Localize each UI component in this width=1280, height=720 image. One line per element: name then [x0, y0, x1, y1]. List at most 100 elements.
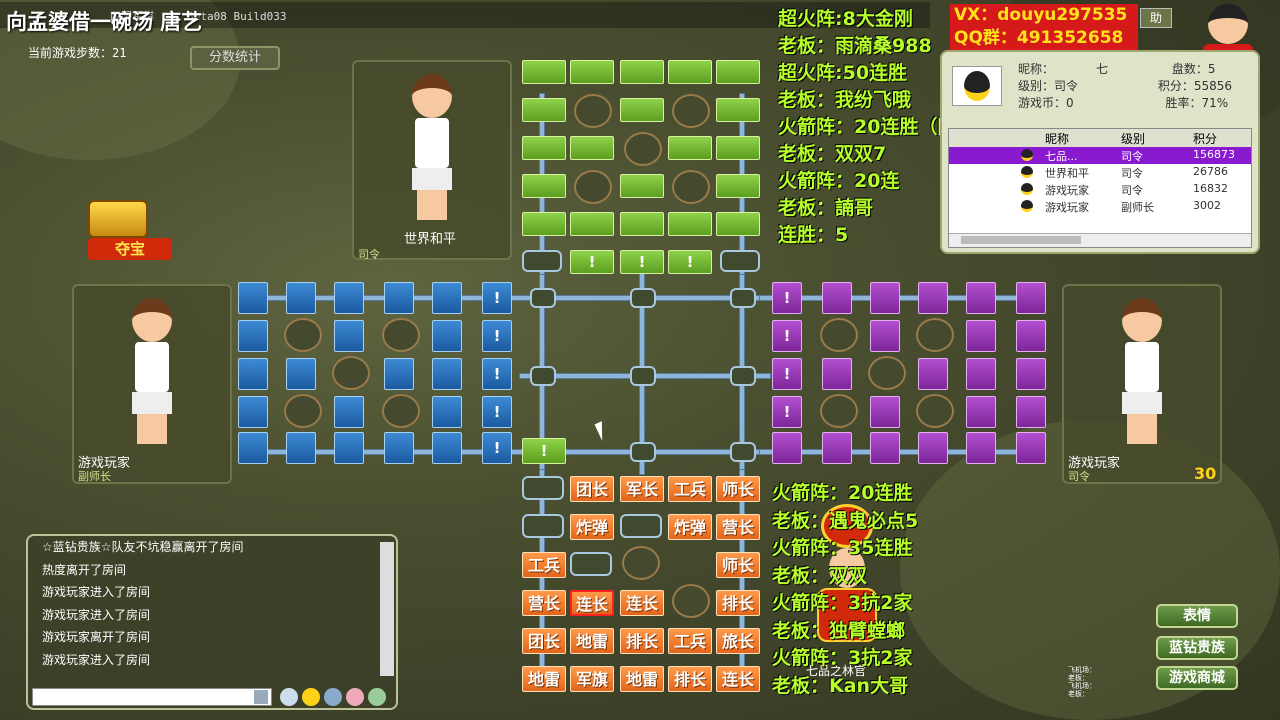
wrench-icon[interactable] [346, 688, 364, 706]
green-piece[interactable] [522, 60, 566, 84]
blue-piece[interactable] [334, 282, 364, 314]
green-piece[interactable] [570, 136, 614, 160]
green-piece-hidden[interactable]: ! [668, 250, 712, 274]
purple-piece[interactable] [822, 282, 852, 314]
orange-piece[interactable]: 地雷 [570, 628, 614, 654]
orange-piece[interactable]: 军长 [620, 476, 664, 502]
orange-piece[interactable]: 团长 [570, 476, 614, 502]
blue-piece-hidden[interactable]: ! [482, 396, 512, 428]
green-piece[interactable] [668, 212, 712, 236]
blue-piece-hidden[interactable]: ! [482, 432, 512, 464]
help-button[interactable]: 助 [1140, 8, 1172, 28]
orange-piece[interactable]: 旅长 [716, 628, 760, 654]
blue-piece[interactable] [334, 320, 364, 352]
purple-piece[interactable] [822, 358, 852, 390]
green-piece[interactable] [522, 136, 566, 160]
purple-piece[interactable] [966, 358, 996, 390]
orange-piece[interactable]: 军旗 [570, 666, 614, 692]
green-piece[interactable] [570, 212, 614, 236]
blue-piece[interactable] [384, 282, 414, 314]
blue-piece[interactable] [432, 320, 462, 352]
horizontal-scrollbar[interactable] [949, 233, 1251, 247]
settings-icon[interactable] [368, 688, 386, 706]
green-piece[interactable] [716, 174, 760, 198]
green-piece[interactable] [522, 98, 566, 122]
blue-piece[interactable] [238, 320, 268, 352]
orange-piece[interactable]: 工兵 [522, 552, 566, 578]
orange-piece[interactable]: 工兵 [668, 628, 712, 654]
blue-piece[interactable] [286, 282, 316, 314]
purple-piece[interactable] [966, 282, 996, 314]
chat-input[interactable] [32, 688, 272, 706]
purple-piece[interactable] [966, 320, 996, 352]
orange-piece[interactable]: 营长 [522, 590, 566, 616]
purple-piece[interactable] [1016, 432, 1046, 464]
emote-button[interactable]: 表情 [1156, 604, 1238, 628]
green-piece[interactable] [620, 60, 664, 84]
blue-piece[interactable] [384, 358, 414, 390]
blue-piece[interactable] [238, 432, 268, 464]
purple-piece[interactable] [918, 282, 948, 314]
orange-piece[interactable]: 连长 [570, 590, 614, 616]
blue-piece-hidden[interactable]: ! [482, 320, 512, 352]
blue-piece[interactable] [432, 396, 462, 428]
chat-scrollbar[interactable] [380, 542, 394, 676]
purple-piece[interactable] [1016, 396, 1046, 428]
blue-piece[interactable] [334, 396, 364, 428]
orange-piece[interactable]: 排长 [620, 628, 664, 654]
blue-piece[interactable] [238, 282, 268, 314]
purple-piece[interactable] [1016, 358, 1046, 390]
orange-piece[interactable]: 工兵 [668, 476, 712, 502]
green-piece[interactable] [570, 60, 614, 84]
purple-piece[interactable] [870, 320, 900, 352]
orange-piece[interactable]: 地雷 [522, 666, 566, 692]
table-row[interactable]: 世界和平 司令 26786 [949, 164, 1251, 181]
orange-piece[interactable]: 连长 [620, 590, 664, 616]
table-row[interactable]: 游戏玩家 司令 16832 [949, 181, 1251, 198]
purple-piece[interactable] [918, 358, 948, 390]
purple-piece[interactable] [966, 396, 996, 428]
green-piece[interactable] [716, 136, 760, 160]
blue-piece[interactable] [286, 358, 316, 390]
blue-piece[interactable] [334, 432, 364, 464]
purple-piece[interactable] [1016, 282, 1046, 314]
blue-piece-hidden[interactable]: ! [482, 358, 512, 390]
blue-piece[interactable] [384, 432, 414, 464]
blue-piece-hidden[interactable]: ! [482, 282, 512, 314]
bubble-icon[interactable] [280, 688, 298, 706]
green-piece[interactable] [522, 212, 566, 236]
purple-piece[interactable] [822, 432, 852, 464]
purple-piece-hidden[interactable]: ! [772, 320, 802, 352]
purple-piece-hidden[interactable]: ! [772, 282, 802, 314]
orange-piece[interactable]: 师长 [716, 552, 760, 578]
green-piece[interactable] [716, 98, 760, 122]
purple-piece[interactable] [870, 282, 900, 314]
orange-piece[interactable]: 师长 [716, 476, 760, 502]
purple-piece[interactable] [1016, 320, 1046, 352]
blue-piece[interactable] [238, 358, 268, 390]
table-row[interactable]: 七品... 司令 156873 [949, 147, 1251, 164]
orange-piece[interactable]: 排长 [668, 666, 712, 692]
purple-piece[interactable] [870, 432, 900, 464]
orange-piece[interactable]: 团长 [522, 628, 566, 654]
purple-piece[interactable] [772, 432, 802, 464]
green-piece[interactable] [716, 212, 760, 236]
blue-piece[interactable] [432, 358, 462, 390]
green-piece[interactable] [620, 212, 664, 236]
orange-piece[interactable]: 排长 [716, 590, 760, 616]
purple-piece[interactable] [918, 432, 948, 464]
orange-piece[interactable]: 炸弹 [668, 514, 712, 540]
orange-piece[interactable]: 营长 [716, 514, 760, 540]
purple-piece-hidden[interactable]: ! [772, 396, 802, 428]
green-piece[interactable] [522, 174, 566, 198]
chevron-down-icon[interactable] [254, 690, 268, 704]
speaker-icon[interactable] [324, 688, 342, 706]
orange-piece[interactable]: 地雷 [620, 666, 664, 692]
smiley-icon[interactable] [302, 688, 320, 706]
green-piece-hidden[interactable]: ! [522, 438, 566, 464]
table-row[interactable]: 游戏玩家 副师长 3002 [949, 198, 1251, 215]
orange-piece[interactable]: 连长 [716, 666, 760, 692]
shop-button[interactable]: 游戏商城 [1156, 666, 1238, 690]
blue-piece[interactable] [432, 432, 462, 464]
purple-piece[interactable] [966, 432, 996, 464]
